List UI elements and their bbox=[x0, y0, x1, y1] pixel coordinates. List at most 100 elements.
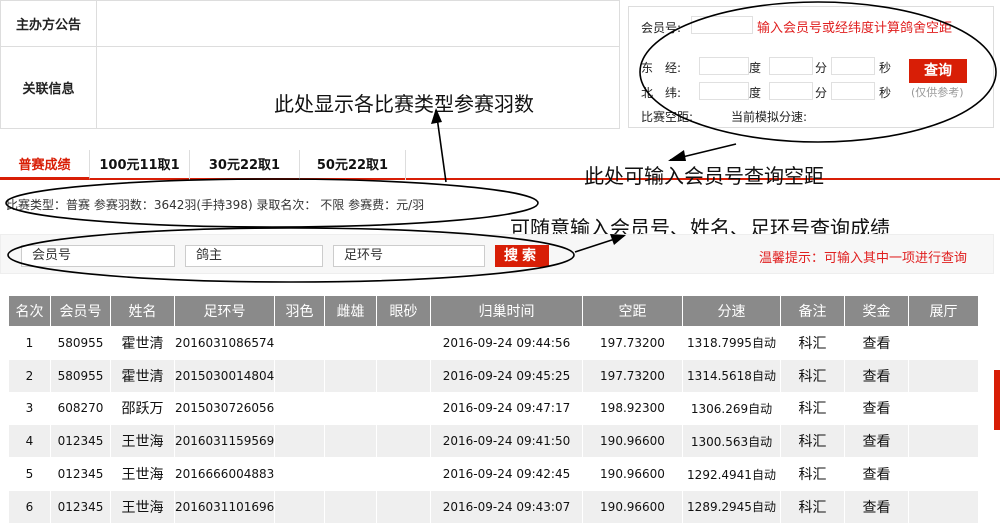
cell-rank: 4 bbox=[8, 424, 51, 459]
search-button[interactable]: 搜索 bbox=[495, 245, 549, 267]
table-row: 5 012345 王世海 2016666004883 2016-09-24 09… bbox=[8, 457, 979, 491]
east-min-unit: 分 bbox=[815, 61, 828, 75]
cell-sex bbox=[324, 358, 377, 393]
cell-speed: 1300.563自动 bbox=[682, 424, 781, 459]
member-input[interactable] bbox=[691, 16, 753, 34]
cell-arrival: 2016-09-24 09:44:56 bbox=[430, 326, 583, 360]
view-link[interactable]: 查看 bbox=[844, 391, 909, 426]
cell-sex bbox=[324, 424, 377, 459]
cell-color bbox=[274, 358, 325, 393]
table-row: 4 012345 王世海 2016031159569 2016-09-24 09… bbox=[8, 424, 979, 459]
view-link[interactable]: 查看 bbox=[844, 489, 909, 524]
east-min-input[interactable] bbox=[769, 57, 813, 75]
east-sec-input[interactable] bbox=[831, 57, 875, 75]
owner-search-input[interactable]: 鸽主 bbox=[185, 245, 323, 267]
cell-member: 580955 bbox=[50, 358, 111, 393]
cell-name: 王世海 bbox=[110, 424, 175, 459]
cell-eye bbox=[376, 489, 431, 524]
related-label: 关联信息 bbox=[0, 46, 97, 129]
cell-eye bbox=[376, 326, 431, 360]
search-tip: 温馨提示：可输入其中一项进行查询 bbox=[759, 251, 968, 266]
cell-color bbox=[274, 489, 325, 524]
tab-bar: 普赛成绩 100元11取1 30元22取1 50元22取1 bbox=[0, 150, 1000, 180]
cell-distance: 198.92300 bbox=[582, 391, 683, 426]
member-hint: 输入会员号或经纬度计算鸽舍空距 bbox=[757, 21, 953, 36]
member-search-input[interactable]: 会员号 bbox=[21, 245, 175, 267]
cell-color bbox=[274, 424, 325, 459]
cell-sex bbox=[324, 326, 377, 360]
col-remark: 备注 bbox=[780, 295, 845, 327]
cell-name: 王世海 bbox=[110, 489, 175, 524]
table-row: 2 580955 霍世清 2015030014804 2016-09-24 09… bbox=[8, 358, 979, 393]
col-prize: 奖金 bbox=[844, 295, 909, 327]
notice-label: 主办方公告 bbox=[0, 0, 97, 47]
query-button[interactable]: 查询 bbox=[909, 59, 967, 83]
north-deg-input[interactable] bbox=[699, 82, 749, 100]
east-deg-input[interactable] bbox=[699, 57, 749, 75]
cell-distance: 190.96600 bbox=[582, 489, 683, 524]
cell-member: 012345 bbox=[50, 424, 111, 459]
cell-gallery bbox=[908, 358, 979, 393]
cell-ring: 2016666004883 bbox=[174, 457, 275, 491]
view-link[interactable]: 查看 bbox=[844, 424, 909, 459]
cell-sex bbox=[324, 391, 377, 426]
results-table: 名次 会员号 姓名 足环号 羽色 雌雄 眼砂 归巢时间 空距 分速 备注 奖金 … bbox=[8, 295, 979, 524]
cell-gallery bbox=[908, 391, 979, 426]
member-label: 会员号: bbox=[641, 21, 682, 35]
east-sec-unit: 秒 bbox=[879, 61, 892, 75]
view-link[interactable]: 查看 bbox=[844, 326, 909, 360]
col-distance: 空距 bbox=[582, 295, 683, 327]
cell-name: 霍世清 bbox=[110, 358, 175, 393]
north-sec-input[interactable] bbox=[831, 82, 875, 100]
cell-speed: 1289.2945自动 bbox=[682, 489, 781, 524]
north-sec-unit: 秒 bbox=[879, 86, 892, 100]
north-deg-unit: 度 bbox=[749, 86, 762, 100]
cell-eye bbox=[376, 457, 431, 491]
tab-100-11[interactable]: 100元11取1 bbox=[90, 150, 190, 180]
cell-rank: 2 bbox=[8, 358, 51, 393]
tab-50-22[interactable]: 50元22取1 bbox=[300, 150, 406, 180]
tab-normal-results[interactable]: 普赛成绩 bbox=[0, 150, 90, 180]
table-header-row: 名次 会员号 姓名 足环号 羽色 雌雄 眼砂 归巢时间 空距 分速 备注 奖金 … bbox=[8, 295, 979, 327]
cell-gallery bbox=[908, 424, 979, 459]
cell-arrival: 2016-09-24 09:43:07 bbox=[430, 489, 583, 524]
col-eye: 眼砂 bbox=[376, 295, 431, 327]
cell-remark: 科汇 bbox=[780, 424, 845, 459]
col-name: 姓名 bbox=[110, 295, 175, 327]
cell-member: 012345 bbox=[50, 489, 111, 524]
cell-arrival: 2016-09-24 09:45:25 bbox=[430, 358, 583, 393]
distance-annotation: 此处可输入会员号查询空距 bbox=[584, 164, 824, 188]
view-link[interactable]: 查看 bbox=[844, 457, 909, 491]
cell-remark: 科汇 bbox=[780, 391, 845, 426]
cell-name: 王世海 bbox=[110, 457, 175, 491]
north-min-input[interactable] bbox=[769, 82, 813, 100]
cell-speed: 1318.7995自动 bbox=[682, 326, 781, 360]
cell-distance: 197.73200 bbox=[582, 326, 683, 360]
cell-speed: 1292.4941自动 bbox=[682, 457, 781, 491]
cell-distance: 190.96600 bbox=[582, 424, 683, 459]
cell-ring: 2016031159569 bbox=[174, 424, 275, 459]
view-link[interactable]: 查看 bbox=[844, 358, 909, 393]
types-annotation: 此处显示各比赛类型参赛羽数 bbox=[274, 92, 534, 116]
col-speed: 分速 bbox=[682, 295, 781, 327]
cell-sex bbox=[324, 489, 377, 524]
col-arrival: 归巢时间 bbox=[430, 295, 583, 327]
cell-eye bbox=[376, 358, 431, 393]
tab-30-22[interactable]: 30元22取1 bbox=[190, 150, 300, 180]
cell-rank: 1 bbox=[8, 326, 51, 360]
cell-gallery bbox=[908, 457, 979, 491]
cell-rank: 5 bbox=[8, 457, 51, 491]
table-row: 6 012345 王世海 2016031101696 2016-09-24 09… bbox=[8, 489, 979, 524]
distance-query-panel: 会员号: 输入会员号或经纬度计算鸽舍空距 东 经: 度 分 秒 北 纬: 度 分… bbox=[628, 6, 994, 128]
cell-speed: 1306.269自动 bbox=[682, 391, 781, 426]
scroll-marker bbox=[994, 370, 1000, 430]
cell-distance: 190.96600 bbox=[582, 457, 683, 491]
north-label: 北 纬: bbox=[641, 86, 682, 100]
cell-member: 580955 bbox=[50, 326, 111, 360]
col-sex: 雌雄 bbox=[324, 295, 377, 327]
cell-member: 608270 bbox=[50, 391, 111, 426]
cell-name: 邵跃万 bbox=[110, 391, 175, 426]
race-summary: 比赛类型：普赛 参赛羽数：3642羽(手持398) 录取名次： 不限 参赛费：元… bbox=[6, 198, 425, 212]
ring-search-input[interactable]: 足环号 bbox=[333, 245, 485, 267]
cell-gallery bbox=[908, 326, 979, 360]
